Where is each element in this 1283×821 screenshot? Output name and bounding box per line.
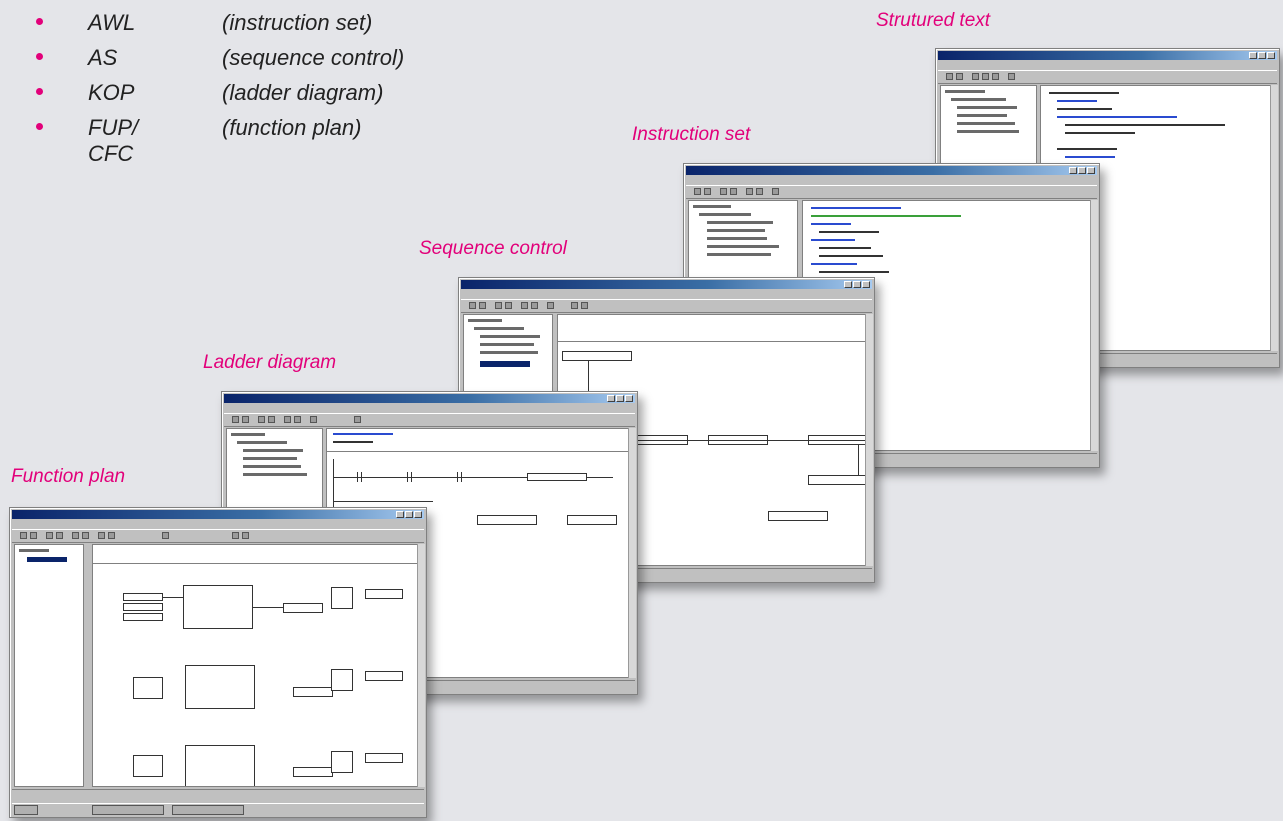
toolbar[interactable] bbox=[938, 70, 1277, 84]
language-description: (instruction set) bbox=[222, 10, 373, 35]
start-button[interactable] bbox=[14, 805, 38, 815]
vertical-scrollbar[interactable] bbox=[628, 428, 636, 678]
cfc-editor[interactable] bbox=[92, 544, 418, 787]
toolbar[interactable] bbox=[686, 185, 1097, 199]
titlebar[interactable] bbox=[686, 166, 1097, 175]
titlebar[interactable] bbox=[938, 51, 1277, 60]
toolbar[interactable] bbox=[12, 529, 424, 543]
window-controls[interactable] bbox=[607, 395, 633, 402]
caption-structured-text: Strutured text bbox=[876, 10, 991, 31]
language-description: (sequence control) bbox=[222, 45, 405, 70]
bullet-icon bbox=[36, 88, 43, 95]
window-function-plan[interactable] bbox=[9, 507, 427, 818]
titlebar[interactable] bbox=[224, 394, 635, 403]
menubar[interactable] bbox=[686, 176, 1097, 184]
window-controls[interactable] bbox=[1249, 52, 1275, 59]
menubar[interactable] bbox=[12, 520, 424, 528]
vertical-scrollbar[interactable] bbox=[865, 314, 873, 566]
vertical-scrollbar[interactable] bbox=[1090, 200, 1098, 451]
project-tree[interactable] bbox=[14, 544, 84, 787]
language-term: AS bbox=[88, 45, 118, 70]
toolbar[interactable] bbox=[224, 413, 635, 427]
taskbar-button[interactable] bbox=[92, 805, 164, 815]
titlebar[interactable] bbox=[461, 280, 872, 289]
vertical-scrollbar[interactable] bbox=[1270, 85, 1278, 351]
taskbar[interactable] bbox=[12, 803, 424, 815]
toolbar[interactable] bbox=[461, 299, 872, 313]
caption-ladder-diagram: Ladder diagram bbox=[203, 352, 337, 373]
caption-sequence-control: Sequence control bbox=[419, 238, 567, 259]
menubar[interactable] bbox=[224, 404, 635, 412]
bullet-icon bbox=[36, 123, 43, 130]
language-term: KOP bbox=[88, 80, 135, 105]
language-term: FUP/ CFC bbox=[88, 115, 139, 166]
bullet-icon bbox=[36, 53, 43, 60]
status-bar bbox=[12, 789, 424, 802]
vertical-scrollbar[interactable] bbox=[417, 544, 425, 787]
caption-instruction-set: Instruction set bbox=[632, 124, 751, 145]
window-controls[interactable] bbox=[1069, 167, 1095, 174]
menubar[interactable] bbox=[461, 290, 872, 298]
bullet-icon bbox=[36, 18, 43, 25]
language-description: (ladder diagram) bbox=[222, 80, 384, 105]
language-term: AWL bbox=[88, 10, 136, 35]
window-controls[interactable] bbox=[396, 511, 422, 518]
titlebar[interactable] bbox=[12, 510, 424, 519]
caption-function-plan: Function plan bbox=[11, 466, 126, 487]
window-controls[interactable] bbox=[844, 281, 870, 288]
menubar[interactable] bbox=[938, 61, 1277, 69]
taskbar-button[interactable] bbox=[172, 805, 244, 815]
language-description: (function plan) bbox=[222, 115, 362, 140]
